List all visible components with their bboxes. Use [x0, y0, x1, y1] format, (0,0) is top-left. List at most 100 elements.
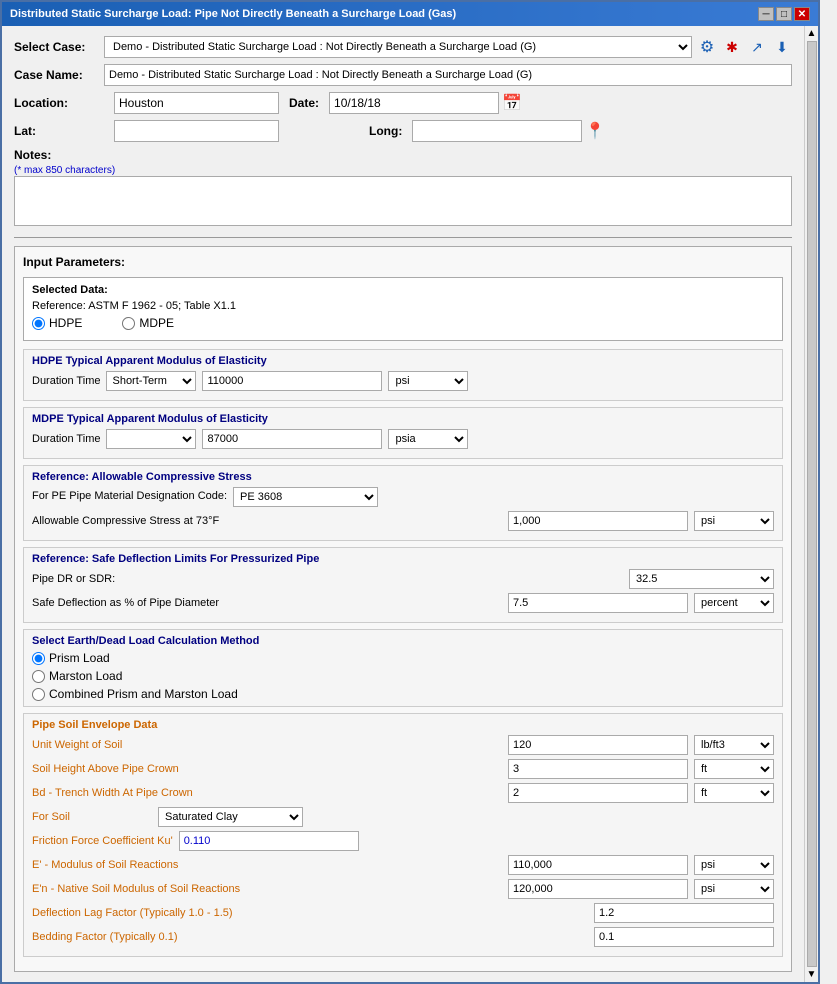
- safe-deflection-unit[interactable]: percent: [694, 593, 774, 613]
- pipe-soil-title: Pipe Soil Envelope Data: [32, 719, 774, 731]
- select-case-label: Select Case:: [14, 40, 104, 54]
- allowable-stress-unit[interactable]: psikPa: [694, 511, 774, 531]
- hdpe-radio[interactable]: [32, 317, 45, 330]
- reference-text: Reference: ASTM F 1962 - 05; Table X1.1: [32, 300, 774, 312]
- pipe-dr-row: Pipe DR or SDR: 32.5262117: [32, 569, 774, 589]
- notes-section: Notes: (* max 850 characters): [14, 148, 792, 229]
- hdpe-duration-select[interactable]: Short-Term Long-Term: [106, 371, 196, 391]
- title-bar: Distributed Static Surcharge Load: Pipe …: [2, 2, 818, 26]
- deflection-lag-label: Deflection Lag Factor (Typically 1.0 - 1…: [32, 907, 588, 919]
- mdpe-option[interactable]: MDPE: [122, 316, 174, 330]
- allowable-stress-input[interactable]: [508, 511, 688, 531]
- allowable-stress-label: Allowable Compressive Stress at 73°F: [32, 515, 502, 527]
- prism-load-option[interactable]: Prism Load: [32, 651, 774, 665]
- long-label: Long:: [369, 124, 402, 138]
- marston-load-option[interactable]: Marston Load: [32, 669, 774, 683]
- marston-load-radio[interactable]: [32, 670, 45, 683]
- combined-load-radio[interactable]: [32, 688, 45, 701]
- settings-icon[interactable]: ⚙: [697, 37, 717, 57]
- notes-sub-label: (* max 850 characters): [14, 165, 115, 176]
- hdpe-modulus-value[interactable]: [202, 371, 382, 391]
- for-soil-select[interactable]: Saturated ClaySandGravelSilt: [158, 807, 303, 827]
- case-name-label: Case Name:: [14, 68, 104, 82]
- mdpe-duration-label: Duration Time: [32, 433, 100, 445]
- allowable-compressive-title: Reference: Allowable Compressive Stress: [32, 471, 774, 483]
- hdpe-modulus-title: HDPE Typical Apparent Modulus of Elastic…: [32, 355, 774, 367]
- unit-weight-row: Unit Weight of Soil lb/ft3kN/m3: [32, 735, 774, 755]
- earth-load-section: Select Earth/Dead Load Calculation Metho…: [23, 629, 783, 707]
- download-icon[interactable]: ⬇: [772, 37, 792, 57]
- prism-load-radio[interactable]: [32, 652, 45, 665]
- date-input[interactable]: [329, 92, 499, 114]
- mdpe-modulus-unit[interactable]: psiapsikPa: [388, 429, 468, 449]
- share-icon[interactable]: ✱: [722, 37, 742, 57]
- safe-deflection-pct-row: Safe Deflection as % of Pipe Diameter pe…: [32, 593, 774, 613]
- hdpe-modulus-unit[interactable]: psikPaMPa: [388, 371, 468, 391]
- bd-input[interactable]: [508, 783, 688, 803]
- friction-input[interactable]: [179, 831, 359, 851]
- soil-height-unit[interactable]: ftm: [694, 759, 774, 779]
- deflection-lag-input[interactable]: [594, 903, 774, 923]
- close-button[interactable]: ✕: [794, 7, 810, 21]
- en-modulus-unit[interactable]: psikPa: [694, 879, 774, 899]
- soil-height-input[interactable]: [508, 759, 688, 779]
- e-modulus-unit[interactable]: psikPa: [694, 855, 774, 875]
- calendar-icon[interactable]: 📅: [502, 93, 522, 113]
- mdpe-modulus-value[interactable]: [202, 429, 382, 449]
- pe-code-label: For PE Pipe Material Designation Code:: [32, 490, 227, 502]
- case-name-row: Case Name:: [14, 64, 792, 86]
- bedding-factor-row: Bedding Factor (Typically 0.1): [32, 927, 774, 947]
- combined-load-option[interactable]: Combined Prism and Marston Load: [32, 687, 774, 701]
- safe-deflection-section: Reference: Safe Deflection Limits For Pr…: [23, 547, 783, 623]
- hdpe-modulus-section: HDPE Typical Apparent Modulus of Elastic…: [23, 349, 783, 401]
- scroll-up-btn[interactable]: ▲: [807, 28, 817, 39]
- bd-unit[interactable]: ftm: [694, 783, 774, 803]
- location-input[interactable]: [114, 92, 279, 114]
- hdpe-option[interactable]: HDPE: [32, 316, 82, 330]
- select-case-dropdown[interactable]: Demo - Distributed Static Surcharge Load…: [104, 36, 692, 58]
- scroll-down-btn[interactable]: ▼: [807, 969, 817, 980]
- input-params-box: Input Parameters: Selected Data: Referen…: [14, 246, 792, 972]
- deflection-lag-row: Deflection Lag Factor (Typically 1.0 - 1…: [32, 903, 774, 923]
- mdpe-radio[interactable]: [122, 317, 135, 330]
- scroll-thumb[interactable]: [807, 41, 817, 967]
- e-modulus-input[interactable]: [508, 855, 688, 875]
- lat-input[interactable]: [114, 120, 279, 142]
- en-modulus-input[interactable]: [508, 879, 688, 899]
- location-pin-icon[interactable]: 📍: [585, 121, 605, 141]
- safe-deflection-title: Reference: Safe Deflection Limits For Pr…: [32, 553, 774, 565]
- soil-height-row: Soil Height Above Pipe Crown ftm: [32, 759, 774, 779]
- mdpe-modulus-title: MDPE Typical Apparent Modulus of Elastic…: [32, 413, 774, 425]
- mdpe-duration-select[interactable]: Short-TermLong-Term: [106, 429, 196, 449]
- unit-weight-input[interactable]: [508, 735, 688, 755]
- minimize-button[interactable]: ─: [758, 7, 774, 21]
- selected-data-box: Selected Data: Reference: ASTM F 1962 - …: [23, 277, 783, 341]
- pipe-dr-select[interactable]: 32.5262117: [629, 569, 774, 589]
- for-soil-label: For Soil: [32, 811, 152, 823]
- pipe-soil-section: Pipe Soil Envelope Data Unit Weight of S…: [23, 713, 783, 957]
- bd-row: Bd - Trench Width At Pipe Crown ftm: [32, 783, 774, 803]
- unit-weight-unit[interactable]: lb/ft3kN/m3: [694, 735, 774, 755]
- allowable-compressive-section: Reference: Allowable Compressive Stress …: [23, 465, 783, 541]
- e-modulus-row: E' - Modulus of Soil Reactions psikPa: [32, 855, 774, 875]
- scrollbar[interactable]: ▲ ▼: [804, 26, 818, 982]
- pe-code-select[interactable]: PE 3608PE 4710PE 2708: [233, 487, 378, 507]
- earth-load-title: Select Earth/Dead Load Calculation Metho…: [32, 635, 774, 647]
- select-case-row: Select Case: Demo - Distributed Static S…: [14, 36, 792, 58]
- upload-icon[interactable]: ↗: [747, 37, 767, 57]
- maximize-button[interactable]: □: [776, 7, 792, 21]
- input-params-title: Input Parameters:: [23, 255, 783, 269]
- main-window: Distributed Static Surcharge Load: Pipe …: [0, 0, 820, 984]
- safe-deflection-pct-input[interactable]: [508, 593, 688, 613]
- mdpe-duration-row: Duration Time Short-TermLong-Term psiaps…: [32, 429, 774, 449]
- location-label: Location:: [14, 96, 104, 110]
- bedding-factor-label: Bedding Factor (Typically 0.1): [32, 931, 588, 943]
- bedding-factor-input[interactable]: [594, 927, 774, 947]
- notes-textarea[interactable]: [14, 176, 792, 226]
- selected-data-title: Selected Data:: [32, 284, 774, 296]
- date-label: Date:: [289, 96, 319, 110]
- soil-height-label: Soil Height Above Pipe Crown: [32, 763, 502, 775]
- case-name-input[interactable]: [104, 64, 792, 86]
- hdpe-duration-label: Duration Time: [32, 375, 100, 387]
- long-input[interactable]: [412, 120, 582, 142]
